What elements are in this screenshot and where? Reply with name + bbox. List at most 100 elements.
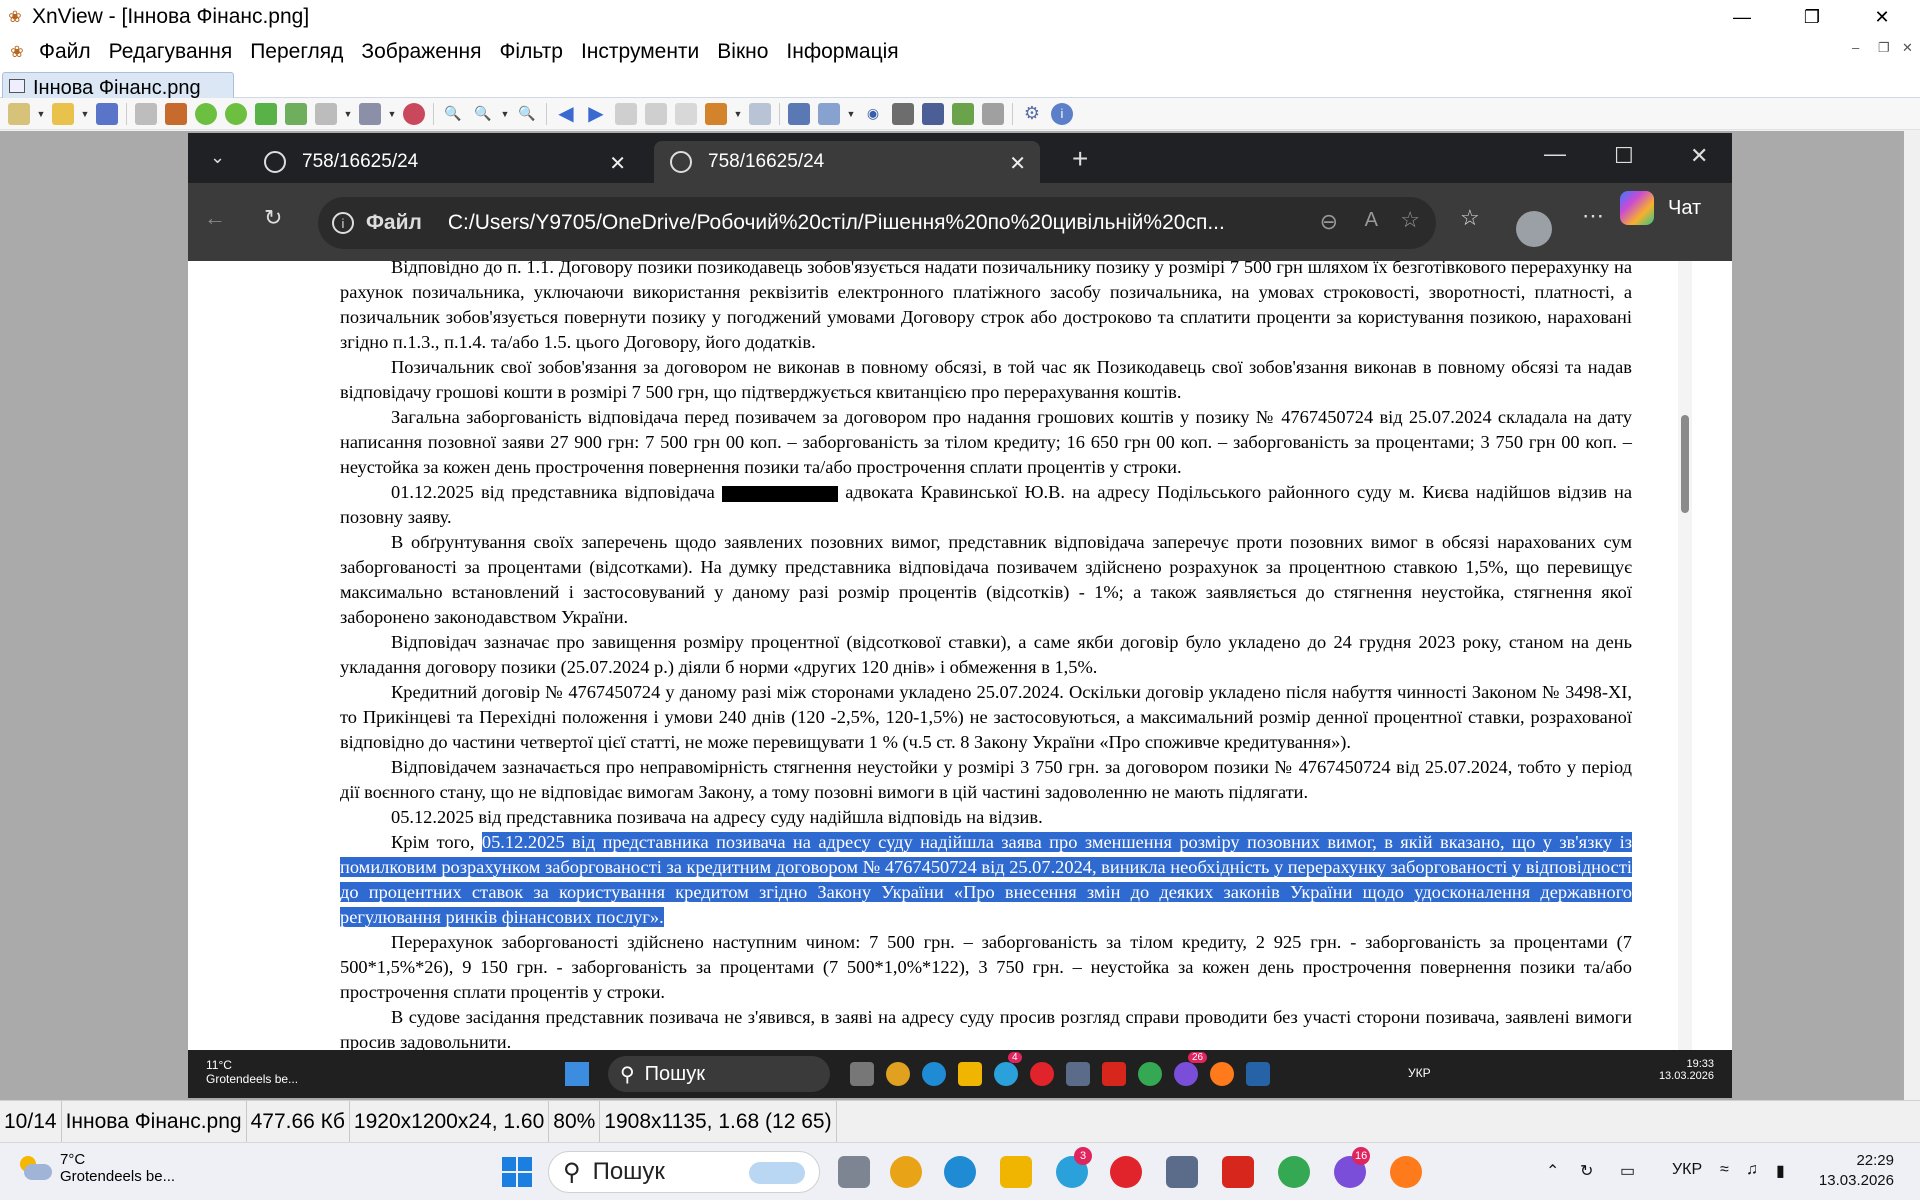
address-bar[interactable]: i Файл C:/Users/Y9705/OneDrive/Робочий%2…	[318, 197, 1436, 249]
zoom-out-icon[interactable]: 🔍	[516, 103, 538, 125]
taskbar-clock[interactable]: 22:29 13.03.2026	[1819, 1151, 1894, 1191]
refresh-icon[interactable]: ↻	[264, 205, 282, 231]
close-tab-icon[interactable]: ✕	[1009, 151, 1026, 176]
weather-widget[interactable]: 7°C Grotendeels be...	[18, 1151, 175, 1185]
show-icon[interactable]	[705, 102, 727, 125]
tab-actions-chevron-icon[interactable]: ⌄	[210, 147, 225, 168]
chevron-down-icon[interactable]: ▼	[846, 103, 856, 125]
scrollbar-thumb[interactable]	[1681, 415, 1689, 513]
zoom-in-icon[interactable]: 🔍	[442, 103, 464, 125]
more-icon[interactable]: ⋯	[1582, 203, 1604, 229]
sync-icon[interactable]: ↻	[1580, 1161, 1593, 1181]
rotate-left-icon[interactable]	[195, 102, 217, 125]
first-icon[interactable]	[615, 102, 637, 125]
acrobat-icon[interactable]	[1222, 1156, 1254, 1188]
volume-icon[interactable]: ♫	[1746, 1161, 1758, 1179]
tray-chevron-up-icon[interactable]: ⌃	[1546, 1161, 1559, 1181]
remote-app-icon[interactable]	[1166, 1156, 1198, 1188]
menu-tools[interactable]: Інструменти	[572, 40, 708, 64]
taskbar-search[interactable]: ⚲ Пошук	[548, 1151, 820, 1193]
edge-icon[interactable]	[944, 1156, 976, 1188]
xnview-icon[interactable]	[890, 1156, 922, 1188]
info-icon[interactable]: i	[1051, 102, 1073, 125]
close-button[interactable]: ✕	[1848, 0, 1916, 34]
zoom-icon[interactable]: ⊖	[1320, 209, 1338, 235]
menu-logo-icon[interactable]: ❀	[4, 42, 30, 62]
menu-window[interactable]: Вікно	[708, 40, 777, 64]
menu-info[interactable]: Інформація	[777, 40, 907, 64]
menu-file[interactable]: Файл	[30, 40, 100, 64]
next-icon[interactable]: ▶	[585, 103, 607, 125]
back-icon[interactable]: ←	[204, 205, 226, 231]
chevron-down-icon[interactable]: ▼	[733, 103, 743, 125]
compare-icon[interactable]	[749, 102, 771, 125]
new-tab-icon[interactable]: +	[1072, 143, 1088, 175]
zoom-fit-icon[interactable]: 🔍	[472, 103, 494, 125]
rotate-right-icon[interactable]	[225, 102, 247, 125]
avatar[interactable]	[1516, 211, 1552, 247]
close-tab-icon[interactable]: ✕	[609, 151, 626, 176]
edge-close-icon[interactable]: ✕	[1690, 143, 1708, 169]
filmstrip-icon[interactable]	[165, 102, 187, 125]
tab-image[interactable]: Іннова Фінанс.png	[2, 72, 234, 100]
previous-icon[interactable]: ◀	[555, 103, 577, 125]
batch-icon[interactable]	[315, 102, 337, 125]
maximize-button[interactable]: ❐	[1778, 0, 1846, 34]
chevron-down-icon[interactable]: ▼	[500, 103, 510, 125]
firefox-icon[interactable]	[1390, 1156, 1422, 1188]
export-icon[interactable]	[255, 102, 277, 125]
mdi-close-icon[interactable]: ✕	[1902, 40, 1913, 56]
menu-image[interactable]: Зображення	[352, 40, 490, 64]
fullscreen-icon[interactable]	[788, 102, 810, 125]
wallpaper-icon[interactable]	[952, 102, 974, 125]
inner-search-label: Пошук	[644, 1062, 705, 1085]
print-icon[interactable]	[892, 102, 914, 125]
favorites-icon[interactable]: ☆	[1460, 205, 1480, 231]
chevron-down-icon[interactable]: ▼	[387, 103, 397, 125]
selected-text[interactable]: 05.12.2025 від представника позивача на …	[340, 832, 1632, 927]
address-url[interactable]: C:/Users/Y9705/OneDrive/Робочий%20стіл/Р…	[448, 211, 1308, 235]
menu-edit[interactable]: Редагування	[100, 40, 242, 64]
capture-icon[interactable]	[818, 102, 840, 125]
start-icon[interactable]	[502, 1157, 532, 1187]
scan-icon[interactable]	[135, 102, 157, 125]
menu-view[interactable]: Перегляд	[241, 40, 352, 64]
task-view-icon[interactable]	[838, 1156, 870, 1188]
document-scrollbar[interactable]	[1678, 261, 1692, 1051]
browser-icon[interactable]	[8, 102, 30, 125]
edge-maximize-icon[interactable]: ☐	[1614, 143, 1634, 169]
convert-icon[interactable]	[285, 102, 307, 125]
viewer-scrollbar[interactable]	[1904, 131, 1920, 1100]
binoculars-icon[interactable]: ◉	[862, 103, 884, 125]
gear-icon[interactable]: ⚙	[1021, 103, 1043, 125]
mdi-restore-icon[interactable]: ❐	[1878, 40, 1890, 56]
wifi-icon[interactable]: ≈	[1720, 1161, 1729, 1179]
open-folder-icon[interactable]	[52, 102, 74, 125]
menu-filter[interactable]: Фільтр	[490, 40, 571, 64]
chrome-icon[interactable]	[1278, 1156, 1310, 1188]
save-icon[interactable]	[96, 102, 118, 125]
slideshow-icon[interactable]	[359, 102, 381, 125]
info-icon[interactable]: i	[332, 212, 354, 234]
battery-icon[interactable]: ▮	[1776, 1161, 1785, 1181]
minimize-button[interactable]: —	[1708, 0, 1776, 34]
properties-icon[interactable]	[982, 102, 1004, 125]
opera-icon[interactable]	[1110, 1156, 1142, 1188]
read-aloud-icon[interactable]: A	[1365, 209, 1378, 232]
chevron-down-icon[interactable]: ▼	[36, 103, 46, 125]
effects-icon[interactable]	[403, 102, 425, 125]
display-icon[interactable]: ▭	[1620, 1161, 1635, 1181]
copy-icon[interactable]	[675, 102, 697, 125]
chevron-down-icon[interactable]: ▼	[343, 103, 353, 125]
edge-minimize-icon[interactable]: —	[1544, 141, 1566, 167]
language-indicator[interactable]: УКР	[1672, 1161, 1702, 1179]
scanner-icon[interactable]	[922, 102, 944, 125]
favorite-star-icon[interactable]: ☆	[1400, 207, 1420, 233]
chevron-down-icon[interactable]: ▼	[80, 103, 90, 125]
folder-icon[interactable]	[1000, 1156, 1032, 1188]
mdi-minimize-icon[interactable]: –	[1852, 40, 1859, 55]
edge-tab-2[interactable]: 758/16625/24 ✕	[654, 141, 1040, 183]
last-icon[interactable]	[645, 102, 667, 125]
edge-tab-1[interactable]: 758/16625/24 ✕	[248, 141, 640, 183]
copilot-button[interactable]: Чат	[1620, 185, 1701, 231]
